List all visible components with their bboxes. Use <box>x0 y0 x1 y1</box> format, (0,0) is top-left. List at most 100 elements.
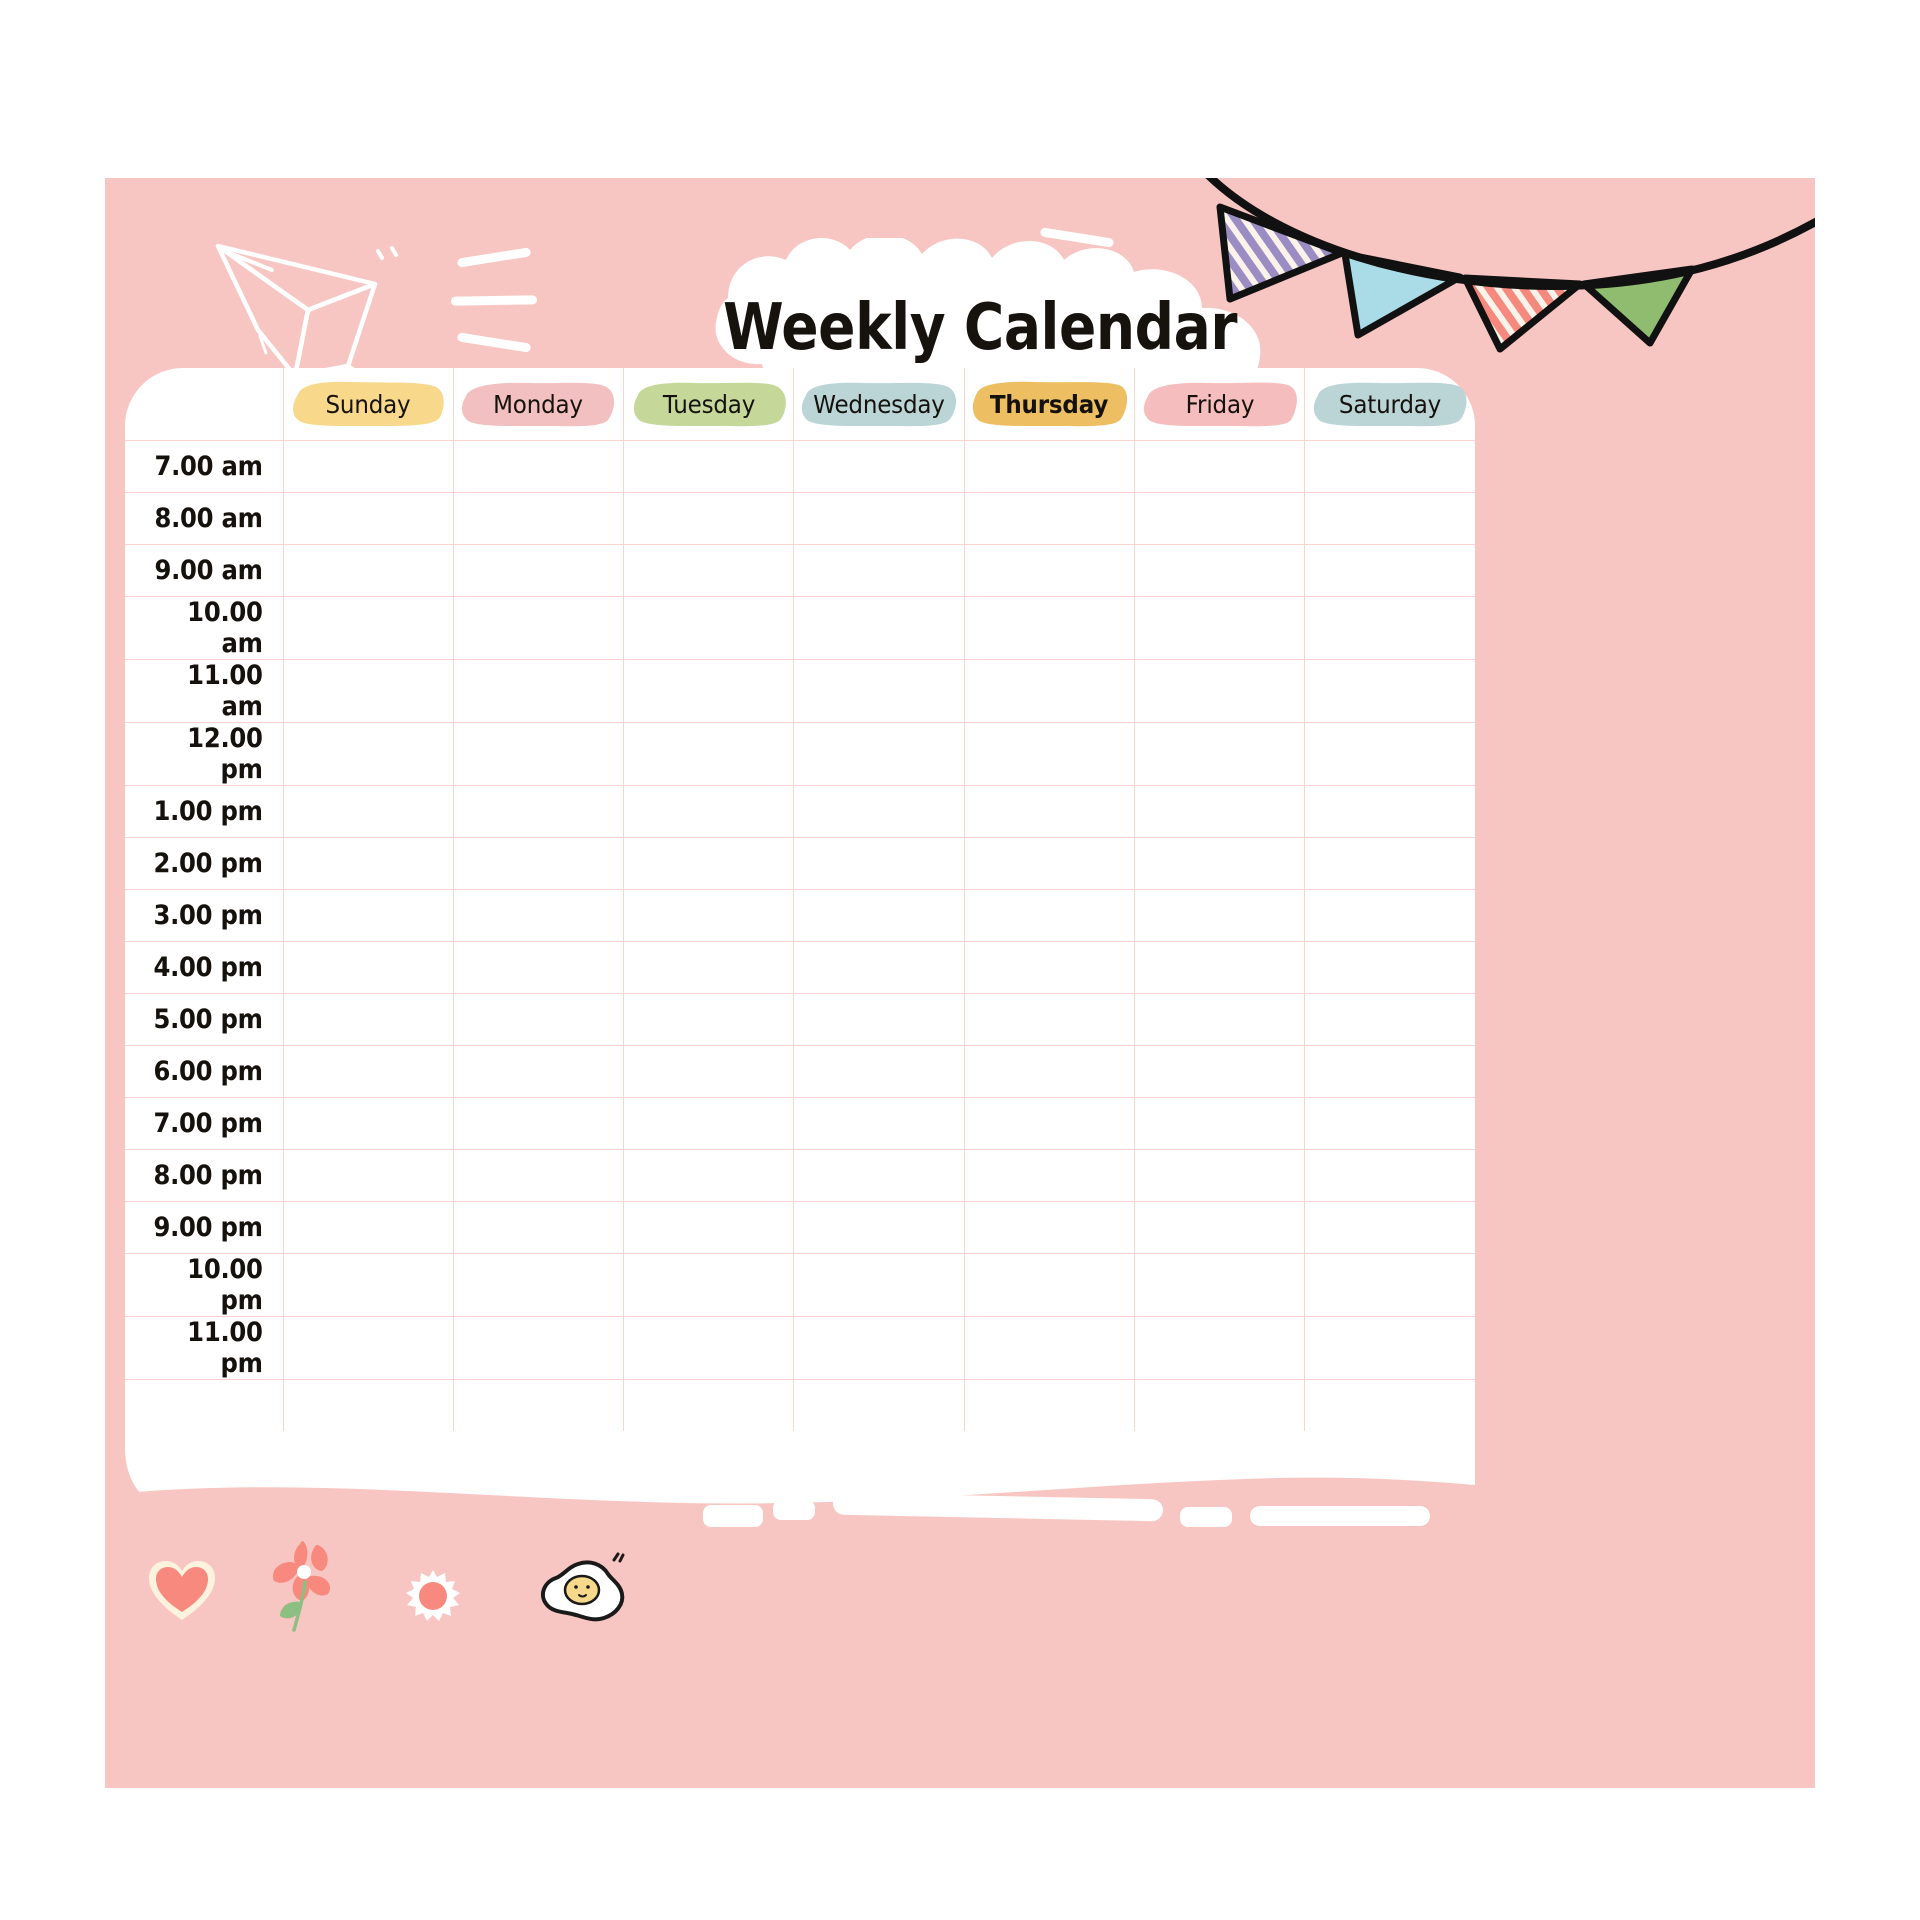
slot-cell[interactable] <box>452 941 625 994</box>
day-header-wednesday[interactable]: Wednesday <box>793 368 965 441</box>
slot-cell[interactable] <box>1304 1201 1475 1254</box>
slot-cell[interactable] <box>1133 1316 1306 1380</box>
slot-cell[interactable] <box>452 1045 625 1098</box>
slot-cell[interactable] <box>282 785 454 838</box>
slot-cell[interactable] <box>963 492 1135 545</box>
slot-cell[interactable] <box>282 941 454 994</box>
slot-cell[interactable] <box>1304 440 1475 493</box>
slot-cell[interactable] <box>793 1379 965 1431</box>
slot-cell[interactable] <box>963 941 1135 994</box>
slot-cell[interactable] <box>963 659 1135 723</box>
slot-cell[interactable] <box>793 1316 965 1380</box>
slot-cell[interactable] <box>963 1379 1135 1431</box>
slot-cell[interactable] <box>1133 889 1306 942</box>
slot-cell[interactable] <box>623 722 795 786</box>
slot-cell[interactable] <box>452 544 625 597</box>
slot-cell[interactable] <box>1133 1045 1306 1098</box>
slot-cell[interactable] <box>452 722 625 786</box>
slot-cell[interactable] <box>623 1045 795 1098</box>
slot-cell[interactable] <box>623 1316 795 1380</box>
slot-cell[interactable] <box>282 544 454 597</box>
slot-cell[interactable] <box>452 1097 625 1150</box>
slot-cell[interactable] <box>1304 1253 1475 1317</box>
slot-cell[interactable] <box>1133 993 1306 1046</box>
slot-cell[interactable] <box>793 1097 965 1150</box>
slot-cell[interactable] <box>963 993 1135 1046</box>
slot-cell[interactable] <box>793 941 965 994</box>
slot-cell[interactable] <box>1133 1253 1306 1317</box>
slot-cell[interactable] <box>1304 785 1475 838</box>
slot-cell[interactable] <box>793 837 965 890</box>
slot-cell[interactable] <box>623 1253 795 1317</box>
slot-cell[interactable] <box>282 440 454 493</box>
slot-cell[interactable] <box>793 1045 965 1098</box>
slot-cell[interactable] <box>452 785 625 838</box>
slot-cell[interactable] <box>963 1316 1135 1380</box>
slot-cell[interactable] <box>963 837 1135 890</box>
slot-cell[interactable] <box>793 596 965 660</box>
slot-cell[interactable] <box>1304 722 1475 786</box>
slot-cell[interactable] <box>1133 492 1306 545</box>
slot-cell[interactable] <box>452 993 625 1046</box>
slot-cell[interactable] <box>282 1316 454 1380</box>
slot-cell[interactable] <box>623 544 795 597</box>
slot-cell[interactable] <box>452 440 625 493</box>
slot-cell[interactable] <box>452 1379 625 1431</box>
slot-cell[interactable] <box>963 1045 1135 1098</box>
slot-cell[interactable] <box>793 993 965 1046</box>
slot-cell[interactable] <box>793 440 965 493</box>
slot-cell[interactable] <box>1133 785 1306 838</box>
slot-cell[interactable] <box>793 889 965 942</box>
slot-cell[interactable] <box>963 722 1135 786</box>
slot-cell[interactable] <box>623 889 795 942</box>
slot-cell[interactable] <box>452 1316 625 1380</box>
slot-cell[interactable] <box>963 785 1135 838</box>
slot-cell[interactable] <box>282 837 454 890</box>
slot-cell[interactable] <box>623 440 795 493</box>
slot-cell[interactable] <box>623 659 795 723</box>
slot-cell[interactable] <box>452 596 625 660</box>
slot-cell[interactable] <box>282 1097 454 1150</box>
slot-cell[interactable] <box>1133 1201 1306 1254</box>
slot-cell[interactable] <box>282 1379 454 1431</box>
slot-cell[interactable] <box>282 1149 454 1202</box>
slot-cell[interactable] <box>1133 544 1306 597</box>
slot-cell[interactable] <box>1133 1379 1306 1431</box>
slot-cell[interactable] <box>1304 993 1475 1046</box>
slot-cell[interactable] <box>1304 1045 1475 1098</box>
slot-cell[interactable] <box>623 492 795 545</box>
slot-cell[interactable] <box>1133 1149 1306 1202</box>
slot-cell[interactable] <box>1304 837 1475 890</box>
slot-cell[interactable] <box>1133 722 1306 786</box>
slot-cell[interactable] <box>452 1201 625 1254</box>
slot-cell[interactable] <box>623 596 795 660</box>
slot-cell[interactable] <box>1304 889 1475 942</box>
slot-cell[interactable] <box>1304 1097 1475 1150</box>
slot-cell[interactable] <box>1133 837 1306 890</box>
slot-cell[interactable] <box>452 837 625 890</box>
slot-cell[interactable] <box>1304 596 1475 660</box>
slot-cell[interactable] <box>282 993 454 1046</box>
day-header-thursday[interactable]: Thursday <box>963 368 1135 441</box>
slot-cell[interactable] <box>1133 1097 1306 1150</box>
slot-cell[interactable] <box>1304 1379 1475 1431</box>
day-header-saturday[interactable]: Saturday <box>1304 368 1475 441</box>
slot-cell[interactable] <box>1304 492 1475 545</box>
slot-cell[interactable] <box>793 1253 965 1317</box>
slot-cell[interactable] <box>793 544 965 597</box>
slot-cell[interactable] <box>793 1149 965 1202</box>
slot-cell[interactable] <box>793 492 965 545</box>
slot-cell[interactable] <box>282 1045 454 1098</box>
slot-cell[interactable] <box>1133 659 1306 723</box>
slot-cell[interactable] <box>452 889 625 942</box>
slot-cell[interactable] <box>963 1201 1135 1254</box>
slot-cell[interactable] <box>963 1097 1135 1150</box>
slot-cell[interactable] <box>282 492 454 545</box>
slot-cell[interactable] <box>452 659 625 723</box>
slot-cell[interactable] <box>623 1149 795 1202</box>
slot-cell[interactable] <box>623 1379 795 1431</box>
slot-cell[interactable] <box>452 492 625 545</box>
slot-cell[interactable] <box>623 941 795 994</box>
slot-cell[interactable] <box>623 1201 795 1254</box>
slot-cell[interactable] <box>282 1253 454 1317</box>
